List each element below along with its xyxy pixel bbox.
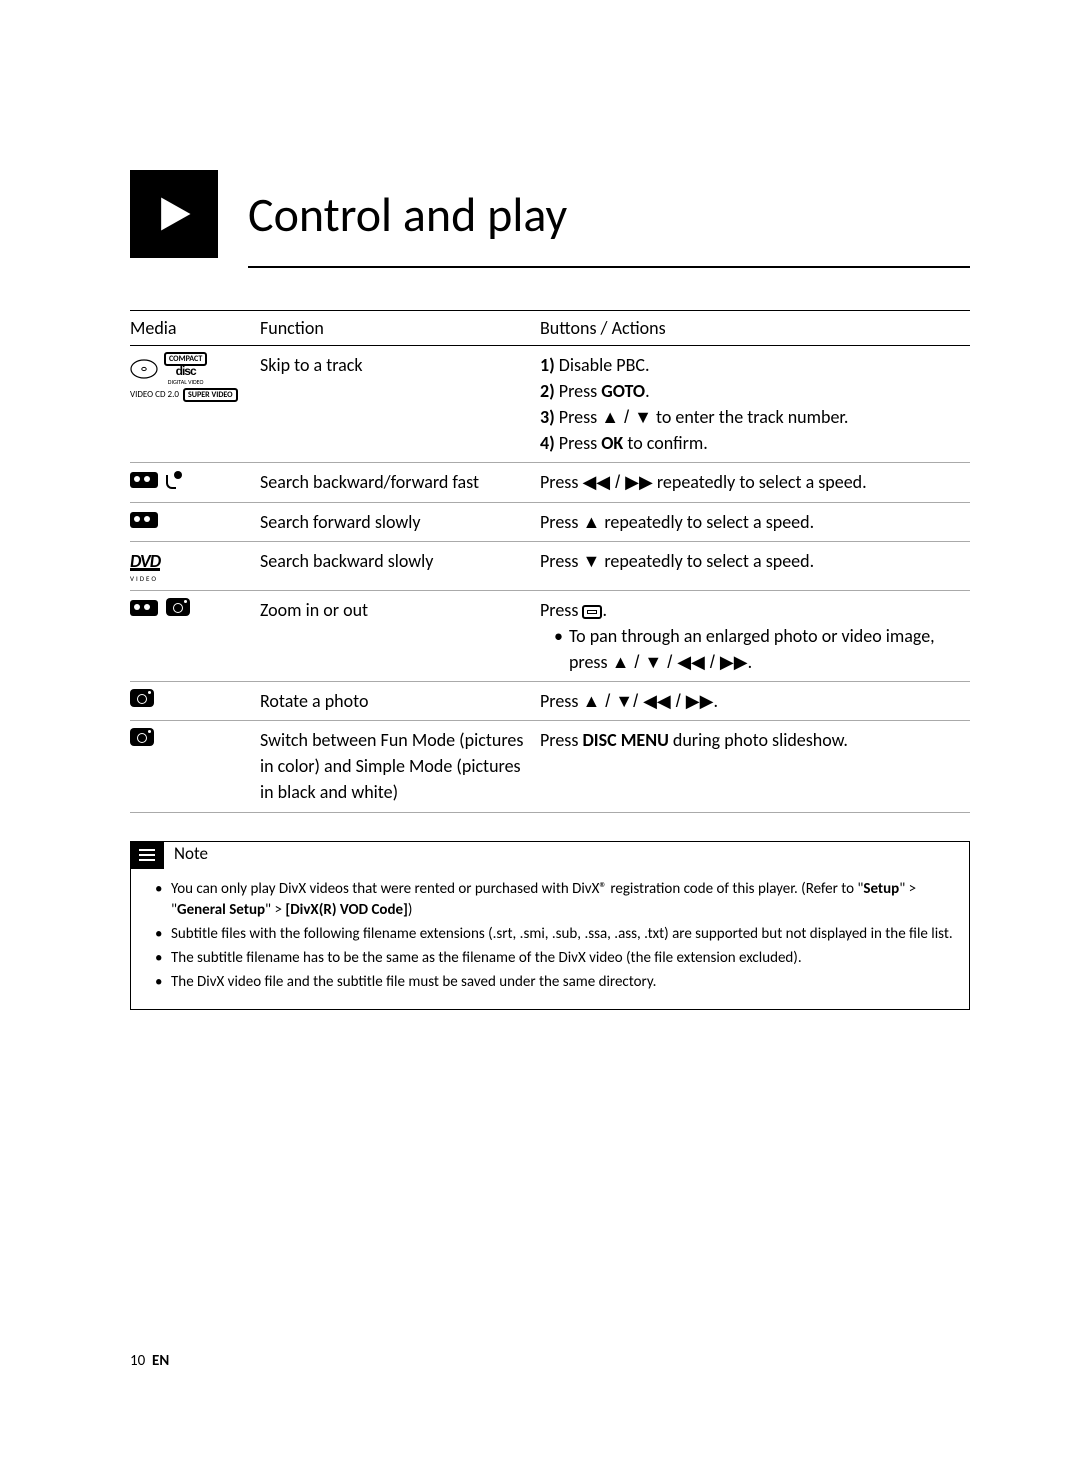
rew-ff-icon: ◀◀ / ▶▶ [582, 472, 652, 492]
up-down-icon: ▲ / ▼ [601, 407, 652, 427]
func-rotate: Rotate a photo [260, 682, 540, 721]
note-title: Note [174, 842, 208, 867]
digital-video-label: DIGITAL VIDEO [168, 378, 204, 386]
video-icon [130, 472, 158, 488]
note-item: The DivX video file and the subtitle fil… [159, 972, 955, 994]
svcd-label: SUPER VIDEO [183, 388, 238, 402]
title-underline [248, 266, 970, 268]
header-actions: Buttons / Actions [540, 311, 970, 346]
note-icon [130, 841, 164, 869]
media-dvd: DVD VIDEO [130, 541, 260, 590]
media-vcd-svcd: COMPACT disc DIGITAL VIDEO VIDEO CD 2.0 … [130, 346, 260, 463]
media-video [130, 502, 260, 541]
act-skip: 1) Disable PBC. 2) Press GOTO. 3) Press … [540, 346, 970, 463]
act-zoom: Press . To pan through an enlarged photo… [540, 590, 970, 681]
directional-icon: ▲ / ▼ / ◀◀ / ▶▶ [612, 652, 748, 672]
music-note-icon [166, 475, 176, 489]
screen-fit-icon [582, 605, 602, 619]
media-video-music [130, 463, 260, 502]
controls-table: Media Function Buttons / Actions COMPACT… [130, 310, 970, 813]
directional-icon: ▲ / ▼/ ◀◀ / ▶▶ [582, 691, 713, 711]
play-icon [130, 170, 218, 258]
func-skip: Skip to a track [260, 346, 540, 463]
note-item: Subtitle files with the following filena… [159, 924, 955, 946]
note-box: Note You can only play DivX videos that … [130, 841, 970, 1011]
up-icon: ▲ [582, 512, 600, 532]
camera-icon [166, 598, 190, 616]
func-fun-mode: Switch between Fun Mode (pictures in col… [260, 721, 540, 812]
page-number: 10 EN [130, 1352, 169, 1370]
media-photo [130, 721, 260, 812]
disc-label: disc [176, 364, 196, 378]
act-fun-mode: Press DISC MENU during photo slideshow. [540, 721, 970, 812]
dvd-icon: DVD [130, 554, 160, 571]
func-fwd-slow: Search forward slowly [260, 502, 540, 541]
note-item: The subtitle filename has to be the same… [159, 948, 955, 970]
act-rotate: Press ▲ / ▼/ ◀◀ / ▶▶. [540, 682, 970, 721]
video-icon [130, 512, 158, 528]
act-fast: Press ◀◀ / ▶▶ repeatedly to select a spe… [540, 463, 970, 502]
func-fast: Search backward/forward fast [260, 463, 540, 502]
down-icon: ▼ [582, 551, 600, 571]
video-icon [130, 600, 158, 616]
media-photo [130, 682, 260, 721]
section-header: Control and play [130, 170, 970, 258]
dvd-sub-label: VIDEO [130, 574, 254, 584]
note-item: You can only play DivX videos that were … [159, 879, 955, 923]
header-media: Media [130, 311, 260, 346]
vcd-label: VIDEO CD 2.0 [130, 389, 179, 400]
func-back-slow: Search backward slowly [260, 541, 540, 590]
camera-icon [130, 728, 154, 746]
media-video-photo [130, 590, 260, 681]
camera-icon [130, 689, 154, 707]
page-title: Control and play [248, 185, 567, 244]
act-back-slow: Press ▼ repeatedly to select a speed. [540, 541, 970, 590]
func-zoom: Zoom in or out [260, 590, 540, 681]
disc-icon [130, 359, 158, 379]
header-function: Function [260, 311, 540, 346]
act-fwd-slow: Press ▲ repeatedly to select a speed. [540, 502, 970, 541]
